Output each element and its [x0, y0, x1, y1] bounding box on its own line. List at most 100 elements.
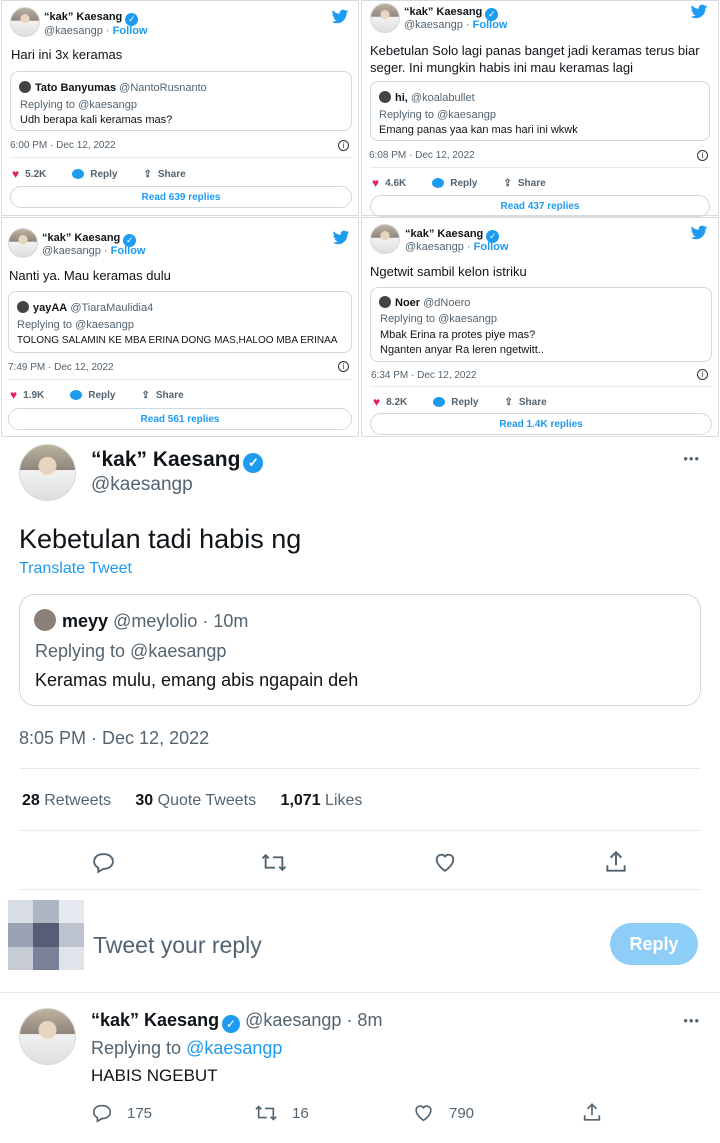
quote-avatar [17, 301, 29, 313]
user-name[interactable]: “kak” Kaesang [42, 232, 120, 244]
user-handle[interactable]: @kaesangp [42, 245, 101, 257]
quote-text: Mbak Erina ra protes piye mas? [380, 329, 536, 341]
quote-handle: @NantoRusnanto [119, 82, 207, 94]
follow-button[interactable]: Follow [473, 19, 508, 31]
replying-prefix: Replying to [91, 1038, 182, 1058]
avatar[interactable] [370, 3, 400, 33]
user-handle[interactable]: @kaesangp [44, 25, 103, 37]
share-button[interactable]: ⇪ Share [504, 397, 546, 408]
heart-icon: ♥ [12, 167, 20, 181]
quoted-tweet[interactable]: meyy @meylolio · 10m Replying to @kaesan… [19, 594, 701, 706]
replying-to: Replying to @kaesangp [17, 319, 134, 331]
like-button[interactable]: ♥ 8.2K [373, 395, 407, 409]
reply-button[interactable]: Reply [70, 390, 115, 401]
info-icon[interactable]: i [338, 140, 349, 151]
share-icon[interactable] [581, 1101, 603, 1124]
tweet-time[interactable]: 6:08 PM · Dec 12, 2022 [369, 149, 475, 163]
retweet-icon[interactable] [260, 850, 288, 875]
reply-button[interactable]: Reply [432, 178, 477, 189]
quoted-tweet[interactable]: Tato Banyumas @NantoRusnanto Replying to… [10, 71, 352, 131]
quote-name: yayAA [33, 302, 68, 314]
quote-text-line-2: Nganten anyar Ra leren ngetwitt.. [380, 344, 544, 356]
read-replies-button[interactable]: Read 1.4K replies [370, 413, 712, 435]
info-icon[interactable]: i [338, 361, 349, 372]
quoted-tweet[interactable]: Noer @dNoero Replying to @kaesangp Mbak … [370, 287, 712, 362]
user-name[interactable]: “kak” Kaesang [405, 228, 483, 240]
reply-input[interactable]: Tweet your reply [93, 932, 262, 959]
quote-text: Emang panas yaa kan mas hari ini wkwk [379, 124, 578, 136]
reply-handle-time[interactable]: @kaesangp · 8m [245, 1010, 382, 1030]
user-handle[interactable]: @kaesangp [404, 19, 463, 31]
replying-to: Replying to @kaesangp [380, 313, 497, 325]
share-button[interactable]: ⇪ Share [141, 390, 183, 401]
quote-text: TOLONG SALAMIN KE MBA ERINA DONG MAS,HAL… [17, 335, 338, 346]
tweet-time[interactable]: 6:00 PM · Dec 12, 2022 [10, 139, 116, 153]
heart-icon[interactable] [432, 850, 458, 875]
share-button[interactable]: ⇪ Share [503, 178, 545, 189]
share-icon[interactable] [603, 849, 629, 875]
quoted-tweet[interactable]: yayAA @TiaraMaulidia4 Replying to @kaesa… [8, 291, 352, 353]
quote-avatar [379, 91, 391, 103]
twitter-bird-icon[interactable] [690, 225, 708, 240]
quote-tweets-count[interactable]: 30 Quote Tweets [135, 792, 256, 809]
reply-button[interactable]: Reply [72, 169, 117, 180]
user-name[interactable]: “kak” Kaesang [44, 11, 122, 23]
like-button[interactable]: ♥ 5.2K [12, 167, 46, 181]
read-replies-button[interactable]: Read 639 replies [10, 186, 352, 208]
avatar[interactable] [19, 1008, 76, 1065]
reply-button[interactable]: Reply [610, 923, 698, 965]
quote-name: meyy [62, 611, 109, 631]
info-icon[interactable]: i [697, 150, 708, 161]
quote-handle: @dNoero [423, 297, 471, 309]
more-icon[interactable]: ••• [683, 451, 700, 466]
quote-text: Udh berapa kali keramas mas? [20, 114, 173, 126]
user-name[interactable]: “kak” Kaesang [91, 448, 240, 471]
quote-handle: @meylolio · 10m [113, 611, 249, 631]
follow-button[interactable]: Follow [474, 241, 509, 253]
quoted-tweet[interactable]: hi, @koalabullet Replying to @kaesangp E… [370, 81, 710, 141]
avatar[interactable] [10, 7, 40, 37]
tweet-time[interactable]: 6:34 PM · Dec 12, 2022 [371, 369, 477, 383]
translate-tweet-link[interactable]: Translate Tweet [19, 560, 132, 578]
twitter-bird-icon[interactable] [690, 4, 708, 19]
follow-button[interactable]: Follow [113, 25, 148, 37]
reply-icon [70, 390, 83, 400]
reply-count: 175 [127, 1105, 153, 1122]
share-icon: ⇪ [141, 389, 150, 401]
read-replies-button[interactable]: Read 561 replies [8, 408, 352, 430]
reply-icon [432, 178, 445, 188]
heart-icon: ♥ [372, 176, 380, 190]
avatar[interactable] [370, 224, 400, 254]
user-name[interactable]: “kak” Kaesang [91, 1010, 219, 1030]
reply-button[interactable]: Reply [433, 397, 478, 408]
like-count: 790 [449, 1105, 475, 1122]
quote-text: Keramas mulu, emang abis ngapain deh [35, 670, 359, 690]
heart-icon[interactable] [412, 1102, 435, 1124]
tweet-text: Kebetulan Solo lagi panas banget jadi ke… [370, 43, 700, 75]
retweets-count[interactable]: 28 Retweets [22, 792, 111, 809]
share-icon: ⇪ [503, 177, 512, 189]
like-button[interactable]: ♥ 1.9K [10, 388, 44, 402]
share-icon: ⇪ [504, 396, 513, 408]
replying-handle-link[interactable]: @kaesangp [186, 1038, 282, 1058]
tweet-time[interactable]: 8:05 PM · Dec 12, 2022 [19, 728, 209, 749]
follow-button[interactable]: Follow [111, 245, 146, 257]
tweet-time[interactable]: 7:49 PM · Dec 12, 2022 [8, 361, 114, 375]
info-icon[interactable]: i [697, 369, 708, 380]
share-icon: ⇪ [143, 168, 152, 180]
reply-icon[interactable] [91, 1102, 113, 1124]
reply-icon[interactable] [91, 850, 116, 875]
twitter-bird-icon[interactable] [331, 9, 349, 24]
retweet-icon[interactable] [254, 1102, 278, 1124]
avatar[interactable] [8, 228, 38, 258]
user-name[interactable]: “kak” Kaesang [404, 6, 482, 18]
share-button[interactable]: ⇪ Share [143, 169, 185, 180]
twitter-bird-icon[interactable] [332, 230, 350, 245]
avatar[interactable] [19, 444, 76, 501]
like-button[interactable]: ♥ 4.6K [372, 176, 406, 190]
user-handle[interactable]: @kaesangp [405, 241, 464, 253]
user-handle[interactable]: @kaesangp [91, 474, 193, 496]
read-replies-button[interactable]: Read 437 replies [370, 195, 710, 217]
more-icon[interactable]: ••• [683, 1013, 700, 1028]
likes-count[interactable]: 1,071 Likes [281, 792, 363, 809]
